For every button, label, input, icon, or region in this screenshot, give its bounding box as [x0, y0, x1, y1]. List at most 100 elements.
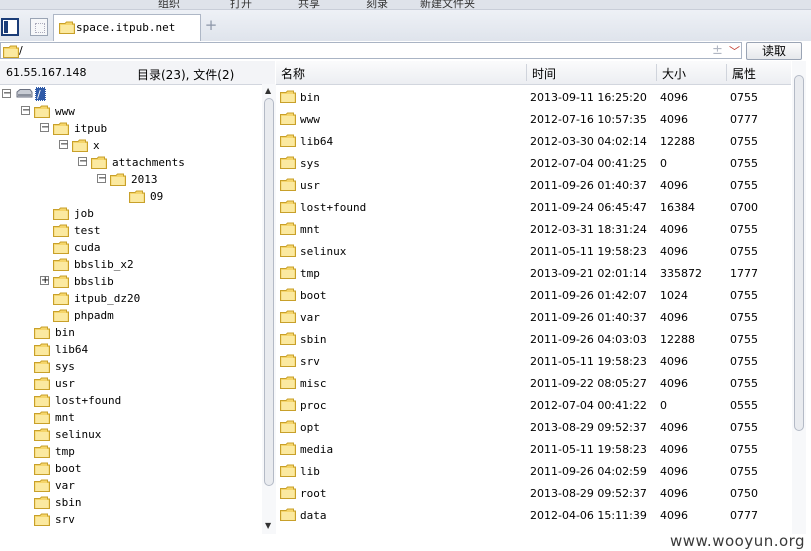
tree-node[interactable]: − 2013: [0, 171, 262, 187]
file-time: 2012-07-16 10:57:35: [530, 113, 647, 126]
column-time[interactable]: 时间: [532, 65, 556, 81]
tree-node[interactable]: lib64: [0, 341, 262, 357]
file-row[interactable]: srv 2011-05-11 19:58:23 4096 0755: [276, 350, 791, 372]
tree-node[interactable]: lost+found: [0, 392, 262, 408]
address-field[interactable]: / ± ﹀: [0, 42, 742, 59]
tree-node-label: tmp: [55, 445, 75, 458]
folder-icon: [280, 376, 296, 389]
file-row[interactable]: lost+found 2011-09-24 06:45:47 16384 0700: [276, 196, 791, 218]
column-name[interactable]: 名称: [281, 65, 305, 81]
file-time: 2011-09-26 01:40:37: [530, 179, 647, 192]
file-row[interactable]: proc 2012-07-04 00:41:22 0 0555: [276, 394, 791, 416]
tree-node[interactable]: sys: [0, 358, 262, 374]
column-divider[interactable]: [726, 64, 727, 81]
toolbar-open[interactable]: 打开: [230, 0, 252, 9]
read-button[interactable]: 读取: [746, 42, 802, 60]
tree-node[interactable]: test: [0, 222, 262, 238]
add-tab-icon[interactable]: +: [204, 18, 218, 33]
tree-node-label: www: [55, 105, 75, 118]
tree-node[interactable]: cuda: [0, 239, 262, 255]
tree-node[interactable]: − /: [0, 86, 262, 102]
tree-node[interactable]: + bbslib: [0, 273, 262, 289]
collapse-icon[interactable]: −: [78, 157, 87, 167]
blank-tab-icon[interactable]: [30, 18, 48, 36]
tree-node[interactable]: phpadm: [0, 307, 262, 323]
scroll-up-icon[interactable]: ▲: [265, 86, 271, 95]
collapse-icon[interactable]: −: [21, 106, 30, 116]
file-perm: 0777: [730, 113, 758, 126]
scroll-down-icon[interactable]: ▼: [265, 521, 271, 530]
file-row[interactable]: tmp 2013-09-21 02:01:14 335872 1777: [276, 262, 791, 284]
file-row[interactable]: mnt 2012-03-31 18:31:24 4096 0755: [276, 218, 791, 240]
collapse-icon[interactable]: −: [40, 123, 49, 133]
tree-node[interactable]: job: [0, 205, 262, 221]
tree-node[interactable]: selinux: [0, 426, 262, 442]
file-row[interactable]: sbin 2011-09-26 04:03:03 12288 0755: [276, 328, 791, 350]
address-path: /: [19, 44, 23, 57]
tree-node[interactable]: itpub_dz20: [0, 290, 262, 306]
tree-node[interactable]: 09: [0, 188, 262, 204]
file-row[interactable]: selinux 2011-05-11 19:58:23 4096 0755: [276, 240, 791, 262]
file-row[interactable]: var 2011-09-26 01:40:37 4096 0755: [276, 306, 791, 328]
toolbar-organize[interactable]: 组织: [158, 0, 180, 9]
panel-toggle-icon[interactable]: [1, 18, 19, 36]
file-perm: 0755: [730, 421, 758, 434]
column-divider[interactable]: [526, 64, 527, 81]
tree-node[interactable]: mnt: [0, 409, 262, 425]
toolbar-share[interactable]: 共享: [298, 0, 320, 9]
toolbar-burn[interactable]: 刻录: [366, 0, 388, 9]
file-row[interactable]: sys 2012-07-04 00:41:25 0 0755: [276, 152, 791, 174]
tree-node[interactable]: boot: [0, 460, 262, 476]
file-perm: 0700: [730, 201, 758, 214]
file-row[interactable]: misc 2011-09-22 08:05:27 4096 0755: [276, 372, 791, 394]
tree-scrollbar[interactable]: ▲ ▼: [262, 84, 276, 534]
file-row[interactable]: usr 2011-09-26 01:40:37 4096 0755: [276, 174, 791, 196]
file-row[interactable]: lib64 2012-03-30 04:02:14 12288 0755: [276, 130, 791, 152]
tree-node[interactable]: bin: [0, 324, 262, 340]
tree-node-label: bbslib_x2: [74, 258, 134, 271]
collapse-icon[interactable]: −: [59, 140, 68, 150]
expand-icon[interactable]: +: [40, 276, 49, 286]
tree-node[interactable]: − www: [0, 103, 262, 119]
file-time: 2011-09-26 04:02:59: [530, 465, 647, 478]
file-row[interactable]: data 2012-04-06 15:11:39 4096 0777: [276, 504, 791, 526]
file-row[interactable]: media 2011-05-11 19:58:23 4096 0755: [276, 438, 791, 460]
collapse-icon[interactable]: −: [97, 174, 106, 184]
chevron-down-icon[interactable]: ﹀: [729, 43, 740, 59]
tab-site[interactable]: space.itpub.net: [53, 14, 201, 41]
tree-node[interactable]: var: [0, 477, 262, 493]
column-divider[interactable]: [656, 64, 657, 81]
file-row[interactable]: bin 2013-09-11 16:25:20 4096 0755: [276, 86, 791, 108]
tree-node[interactable]: bbslib_x2: [0, 256, 262, 272]
folder-icon: [34, 326, 50, 339]
collapse-icon[interactable]: −: [2, 89, 11, 99]
file-name: sbin: [300, 333, 327, 346]
toolbar-new-folder[interactable]: 新建文件夹: [420, 0, 475, 9]
file-perm: 0755: [730, 355, 758, 368]
file-size: 0: [660, 399, 667, 412]
tree-node[interactable]: tmp: [0, 443, 262, 459]
add-bookmark-icon[interactable]: ±: [712, 43, 723, 58]
address-bar: / ± ﹀ 读取: [0, 41, 811, 61]
tree-node[interactable]: − x: [0, 137, 262, 153]
file-size: 4096: [660, 421, 688, 434]
tree-node[interactable]: sbin: [0, 494, 262, 510]
tree-node[interactable]: − attachments: [0, 154, 262, 170]
file-row[interactable]: opt 2013-08-29 09:52:37 4096 0755: [276, 416, 791, 438]
list-scrollbar[interactable]: [792, 61, 806, 534]
folder-icon: [53, 122, 69, 135]
tree-node[interactable]: srv: [0, 511, 262, 527]
file-row[interactable]: boot 2011-09-26 01:42:07 1024 0755: [276, 284, 791, 306]
file-row[interactable]: root 2013-08-29 09:52:37 4096 0750: [276, 482, 791, 504]
file-row[interactable]: www 2012-07-16 10:57:35 4096 0777: [276, 108, 791, 130]
tree-node[interactable]: − itpub: [0, 120, 262, 136]
file-name: lib: [300, 465, 320, 478]
file-size: 4096: [660, 443, 688, 456]
column-perm[interactable]: 属性: [732, 65, 756, 81]
file-perm: 0755: [730, 333, 758, 346]
scrollbar-thumb[interactable]: [264, 98, 274, 486]
column-size[interactable]: 大小: [662, 65, 686, 81]
scrollbar-thumb[interactable]: [794, 75, 804, 431]
tree-node[interactable]: usr: [0, 375, 262, 391]
file-row[interactable]: lib 2011-09-26 04:02:59 4096 0755: [276, 460, 791, 482]
